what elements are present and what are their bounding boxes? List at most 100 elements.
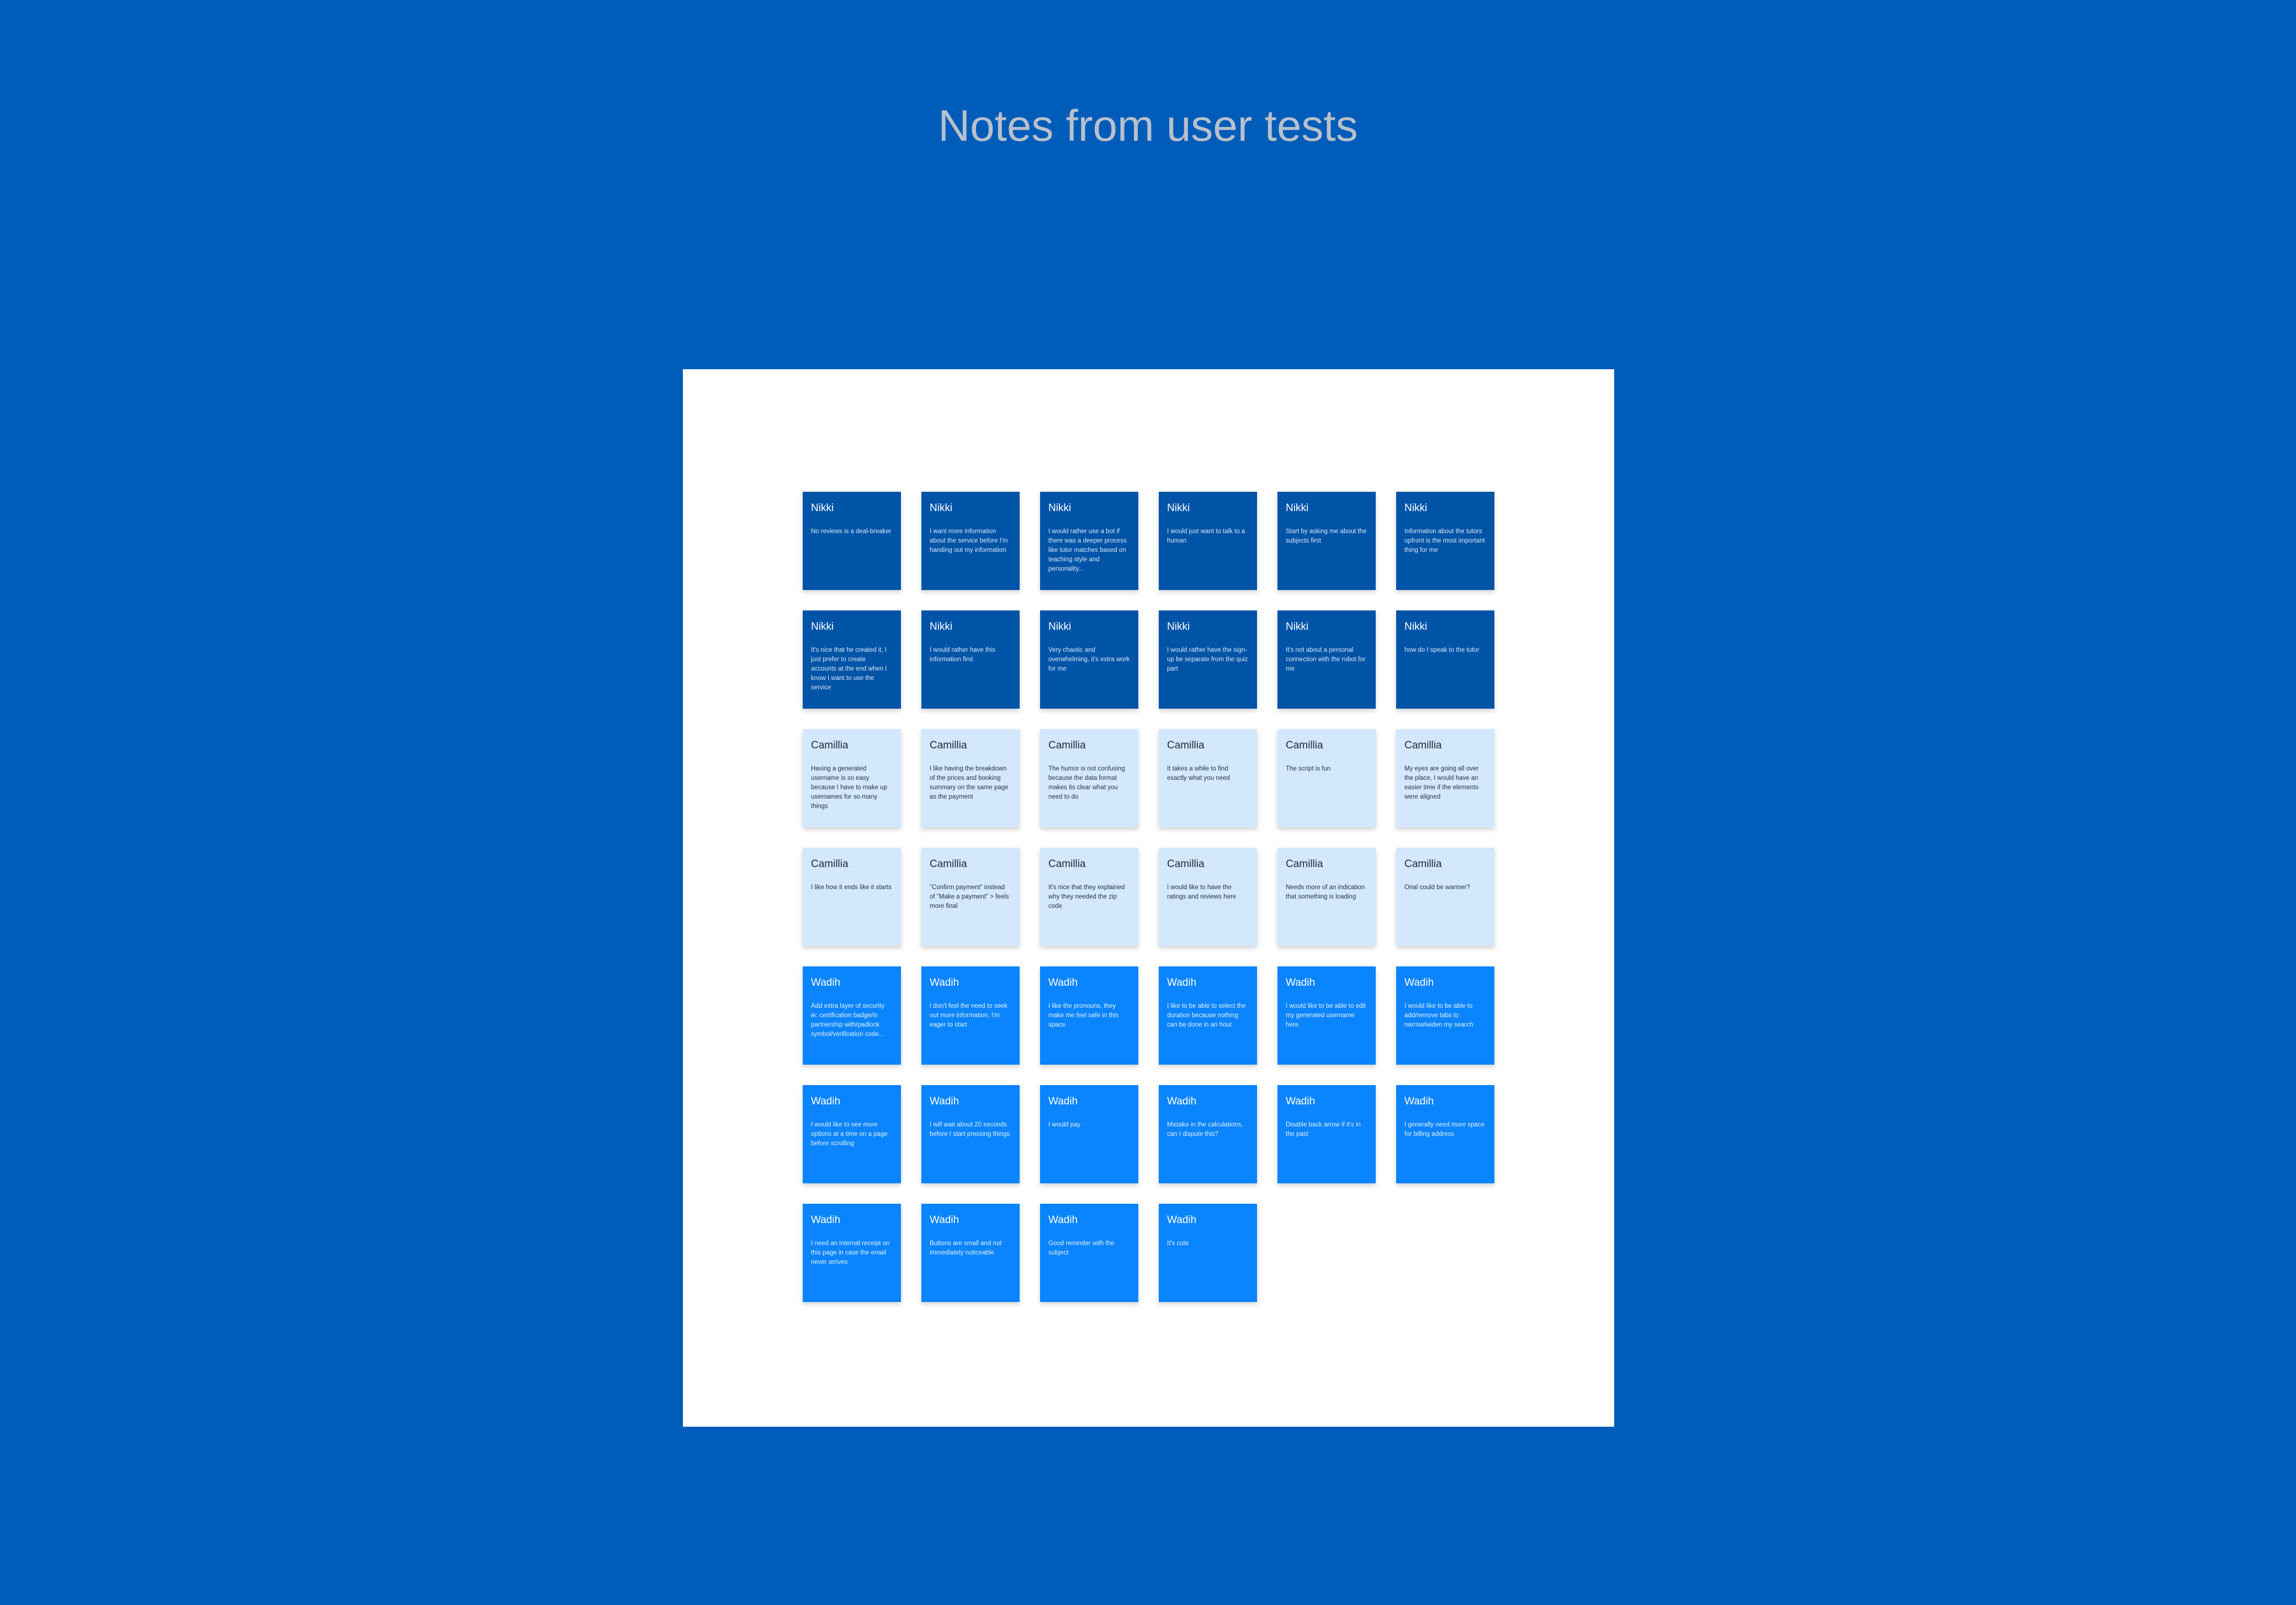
note-text: I will wait about 20 seconds before I st… [930,1122,1010,1138]
note-author: Camillia [1286,858,1323,870]
sticky-note[interactable]: Wadih I would pay [1040,1085,1138,1183]
note-text: I would like to see more options at a ti… [811,1122,888,1147]
note-author: Nikki [1286,621,1309,633]
sticky-note[interactable]: Nikki I would rather have the sign-up be … [1159,610,1257,709]
sticky-note[interactable]: Wadih I would like to be able to add/remo… [1396,966,1494,1065]
note-text: I would like to be able to add/remove ta… [1404,1003,1473,1028]
note-author: Wadih [1167,1214,1197,1226]
sticky-note[interactable]: Camillia I would like to have the ratings… [1159,848,1257,946]
sticky-note-board: Nikki No reviews is a deal-breaker Nikki I … [683,369,1614,1427]
note-author: Camillia [1048,858,1086,870]
sticky-note[interactable]: Wadih Mistake in the calculations, can I … [1159,1085,1257,1183]
note-author: Wadih [1048,1214,1078,1226]
sticky-note[interactable]: Wadih I like to be able to select the dur… [1159,966,1257,1065]
note-author: Nikki [1404,621,1428,633]
note-text: Very chaotic and overwhelming, it's extr… [1048,647,1130,672]
sticky-note[interactable]: Wadih I generally need more space for bil… [1396,1085,1494,1183]
sticky-note[interactable]: Camillia I like having the breakdown of t… [921,729,1020,827]
sticky-note[interactable]: Nikki Very chaotic and overwhelming, it's… [1040,610,1138,709]
sticky-note[interactable]: Wadih Disable back arrow if it's in the p… [1277,1085,1376,1183]
note-author: Wadih [1048,977,1078,988]
note-text: I would rather have this information fir… [930,647,995,663]
sticky-note[interactable]: Wadih I like the pronouns, they make me f… [1040,966,1138,1065]
sticky-note[interactable]: Nikki It's not about a personal connectio… [1277,610,1376,709]
note-text: I like having the breakdown of the price… [930,766,1009,800]
note-author: Nikki [1286,502,1309,514]
note-author: Nikki [1167,621,1190,633]
note-text: It's nice that he created it, I just pre… [811,647,887,691]
note-text: I would like to have the ratings and rev… [1167,884,1237,900]
note-text: I don't feel the need to seek out more i… [930,1003,1008,1028]
sticky-note[interactable]: Wadih Add extra layer of security ie: cer… [803,966,901,1065]
note-author: Camillia [811,740,849,751]
note-author: Camillia [1404,740,1442,751]
note-author: Wadih [930,1096,959,1107]
note-author: Wadih [1167,1096,1197,1107]
note-text: No reviews is a deal-breaker [811,528,892,535]
sticky-note[interactable]: Camillia "Confirm payment" instead of "Ma… [921,848,1020,946]
note-author: Wadih [811,1214,841,1226]
sticky-note[interactable]: Nikki Information about the tutors upfron… [1396,492,1494,590]
note-text: It takes a while to find exactly what yo… [1167,766,1230,782]
note-text: Orial could be warmer? [1404,884,1470,891]
note-author: Camillia [1286,740,1323,751]
note-text: The script is fun [1286,766,1331,772]
note-text: I need an internal receipt on this page … [811,1240,890,1266]
note-author: Wadih [811,1096,841,1107]
note-text: It's cute [1167,1240,1189,1247]
note-text: Start by asking me about the subjects fi… [1286,528,1367,544]
sticky-note[interactable]: Nikki I would rather use a bot if there w… [1040,492,1138,590]
note-author: Camillia [1167,740,1205,751]
note-text: I like the pronouns, they make me feel s… [1048,1003,1119,1028]
note-text: Good reminder with the subject [1048,1240,1115,1256]
sticky-note[interactable]: Camillia The script is fun [1277,729,1376,827]
note-author: Wadih [1048,1096,1078,1107]
sticky-note[interactable]: Nikki No reviews is a deal-breaker [803,492,901,590]
note-text: I would rather have the sign-up be separ… [1167,647,1248,672]
note-author: Nikki [811,502,834,514]
note-author: Wadih [1404,977,1434,988]
note-text: Needs more of an indication that somethi… [1286,884,1365,900]
note-author: Nikki [1404,502,1428,514]
note-author: Nikki [811,621,834,633]
sticky-note[interactable]: Nikki I would just want to talk to a huma… [1159,492,1257,590]
note-text: I would just want to talk to a human [1167,528,1245,544]
sticky-note[interactable]: Camillia I like how it ends like it start… [803,848,901,946]
sticky-note[interactable]: Camillia Having a generated username is s… [803,729,901,827]
note-author: Camillia [930,858,967,870]
note-text: I like how it ends like it starts [811,884,892,891]
note-text: I want more information about the servic… [930,528,1008,554]
sticky-note[interactable]: Wadih I would like to see more options at… [803,1085,901,1183]
sticky-note[interactable]: Wadih Buttons are small and not immediate… [921,1204,1020,1302]
note-text: I generally need more space for billing … [1404,1122,1485,1138]
note-text: Having a generated username is so easy b… [811,766,888,810]
sticky-note[interactable]: Camillia My eyes are going all over the p… [1396,729,1494,827]
note-text: Add extra layer of security ie: certific… [811,1003,884,1038]
sticky-note[interactable]: Nikki how do I speak to the tutor [1396,610,1494,709]
sticky-note[interactable]: Camillia It's nice that they explained wh… [1040,848,1138,946]
note-author: Camillia [1167,858,1205,870]
note-text: Disable back arrow if it's in the past [1286,1122,1361,1138]
sticky-note[interactable]: Wadih Good reminder with the subject [1040,1204,1138,1302]
note-author: Nikki [1167,502,1190,514]
sticky-note[interactable]: Nikki Start by asking me about the subjec… [1277,492,1376,590]
sticky-note[interactable]: Nikki I would rather have this informatio… [921,610,1020,709]
sticky-note[interactable]: Camillia It takes a while to find exactly… [1159,729,1257,827]
sticky-note[interactable]: Camillia Needs more of an indication that… [1277,848,1376,946]
note-text: I would pay [1048,1122,1081,1128]
sticky-note[interactable]: Wadih I need an internal receipt on this … [803,1204,901,1302]
note-text: I would like to be able to edit my gener… [1286,1003,1366,1028]
note-author: Wadih [1404,1096,1434,1107]
note-author: Wadih [930,1214,959,1226]
note-author: Nikki [1048,502,1072,514]
sticky-note[interactable]: Camillia The humor is not confusing becau… [1040,729,1138,827]
sticky-note[interactable]: Camillia Orial could be warmer? [1396,848,1494,946]
sticky-note[interactable]: Wadih I don't feel the need to seek out m… [921,966,1020,1065]
sticky-note[interactable]: Nikki It's nice that he created it, I jus… [803,610,901,709]
note-author: Wadih [1286,1096,1316,1107]
sticky-note[interactable]: Wadih I would like to be able to edit my … [1277,966,1376,1065]
sticky-note[interactable]: Wadih It's cute [1159,1204,1257,1302]
sticky-note[interactable]: Nikki I want more information about the s… [921,492,1020,590]
sticky-note[interactable]: Wadih I will wait about 20 seconds before… [921,1085,1020,1183]
note-author: Wadih [811,977,841,988]
